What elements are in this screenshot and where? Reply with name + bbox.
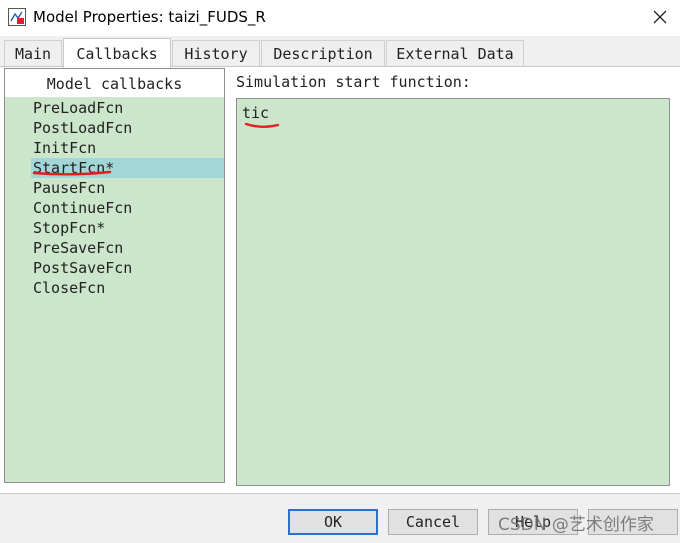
cancel-button[interactable]: Cancel <box>388 509 478 535</box>
title-bar: Model Properties: taizi_FUDS_R <box>0 0 680 36</box>
close-button[interactable] <box>644 4 676 32</box>
callback-code-editor[interactable]: tic <box>236 98 670 486</box>
list-item-continuefcn[interactable]: ContinueFcn <box>33 198 132 218</box>
list-item-startfcn[interactable]: StartFcn* <box>31 158 224 178</box>
callbacks-list: Model callbacks PreLoadFcn PostLoadFcn I… <box>4 68 225 483</box>
editor-label: Simulation start function: <box>236 73 471 91</box>
tab-external-data[interactable]: External Data <box>386 40 524 66</box>
tab-main[interactable]: Main <box>4 40 62 66</box>
ok-button[interactable]: OK <box>288 509 378 535</box>
close-icon <box>653 9 667 28</box>
list-header: Model callbacks <box>5 69 224 97</box>
tab-history[interactable]: History <box>172 40 260 66</box>
list-item-presavefcn[interactable]: PreSaveFcn <box>33 238 123 258</box>
watermark: CSDN @艺术创作家 <box>498 515 654 535</box>
list-item-pausefcn[interactable]: PauseFcn <box>33 178 105 198</box>
list-item-preloadfcn[interactable]: PreLoadFcn <box>33 98 123 118</box>
list-item-initfcn[interactable]: InitFcn <box>33 138 96 158</box>
list-item-postloadfcn[interactable]: PostLoadFcn <box>33 118 132 138</box>
tab-callbacks[interactable]: Callbacks <box>63 38 171 68</box>
list-item-closefcn[interactable]: CloseFcn <box>33 278 105 298</box>
tab-description[interactable]: Description <box>261 40 385 66</box>
window-title: Model Properties: taizi_FUDS_R <box>33 8 266 26</box>
simulink-model-icon <box>8 8 26 26</box>
list-item-stopfcn[interactable]: StopFcn* <box>33 218 105 238</box>
list-item-postsavefcn[interactable]: PostSaveFcn <box>33 258 132 278</box>
